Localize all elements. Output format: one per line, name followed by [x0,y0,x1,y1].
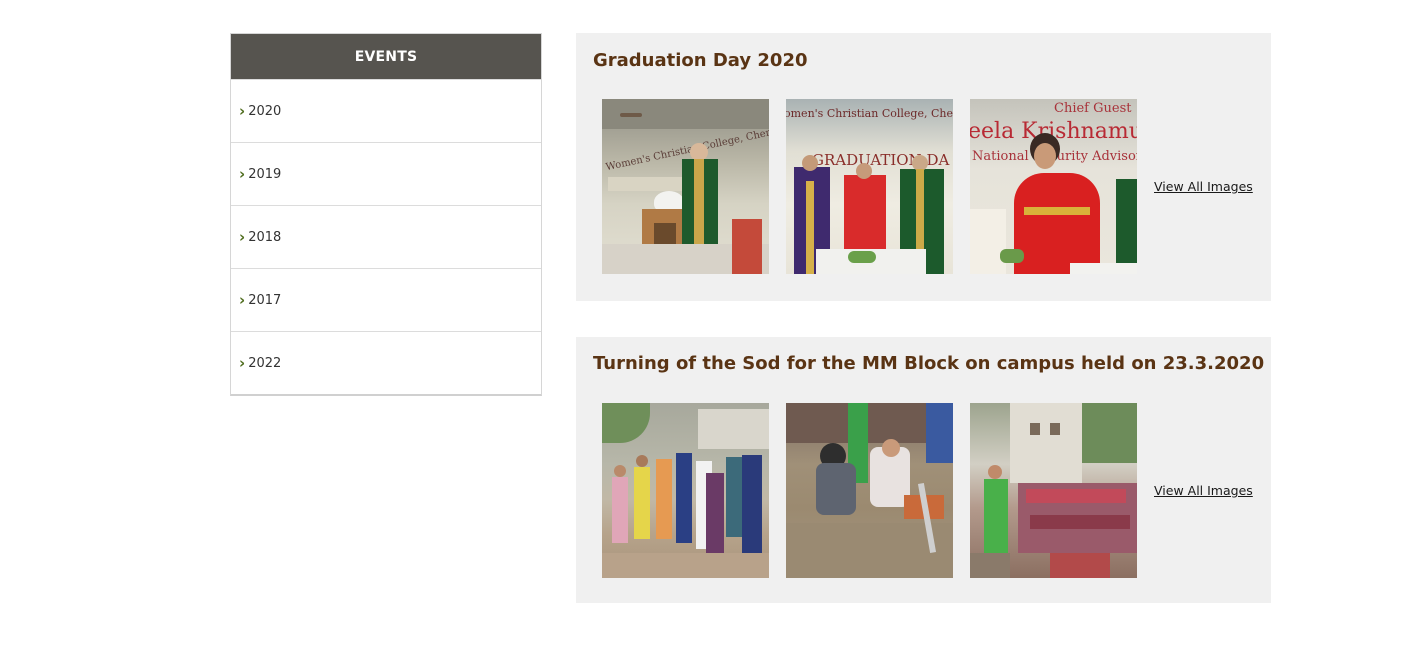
page: EVENTS › 2020 › 2019 › 2018 › 2017 › 202… [0,0,1418,665]
event-gallery: View All Images [602,403,1253,578]
event-photo-thumbnail[interactable]: Chief Guest eela Krishnamurth National S… [970,99,1137,274]
chevron-right-icon: › [239,290,246,309]
sidebar-item-2022[interactable]: › 2022 [231,331,541,394]
chevron-right-icon: › [239,227,246,246]
sidebar-item-2018[interactable]: › 2018 [231,205,541,268]
chevron-right-icon: › [239,164,246,183]
event-gallery: Women's Christian College, Chennai omen'… [602,99,1253,274]
event-photo-thumbnail[interactable]: omen's Christian College, Chenn GRADUATI… [786,99,953,274]
events-sidebar: EVENTS › 2020 › 2019 › 2018 › 2017 › 202… [230,33,542,396]
sidebar-item-label: 2018 [248,229,282,245]
event-panel-turning-of-the-sod: Turning of the Sod for the MM Block on c… [576,337,1271,603]
sidebar-item-2017[interactable]: › 2017 [231,268,541,331]
view-all-images-link[interactable]: View All Images [1154,483,1253,498]
event-photo-thumbnail[interactable] [786,403,953,578]
sidebar-item-label: 2022 [248,355,282,371]
view-all-images-link[interactable]: View All Images [1154,179,1253,194]
event-title: Graduation Day 2020 [593,50,808,71]
event-photo-thumbnail[interactable]: Women's Christian College, Chennai [602,99,769,274]
sidebar-item-label: 2019 [248,166,282,182]
event-photo-thumbnail[interactable] [970,403,1137,578]
chevron-right-icon: › [239,101,246,120]
chevron-right-icon: › [239,353,246,372]
event-title: Turning of the Sod for the MM Block on c… [593,353,1265,374]
event-photo-thumbnail[interactable] [602,403,769,578]
sidebar-item-label: 2017 [248,292,282,308]
sidebar-header: EVENTS [231,34,541,79]
sidebar-item-2020[interactable]: › 2020 [231,79,541,142]
sidebar-item-2019[interactable]: › 2019 [231,142,541,205]
event-panel-graduation-day: Graduation Day 2020 Women's Christian Co… [576,33,1271,301]
sidebar-item-label: 2020 [248,103,282,119]
